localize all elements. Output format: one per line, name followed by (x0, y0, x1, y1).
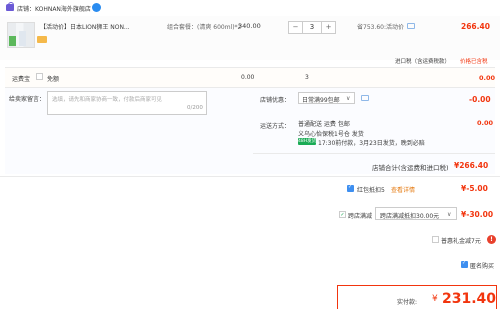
freight-insurance-free-label: 免额 (47, 76, 60, 83)
anonymous-checkbox[interactable] (461, 260, 468, 268)
cross-store-checkbox[interactable]: ✓ (339, 211, 346, 218)
product-bottle-icon (19, 31, 26, 46)
cross-store-label: 跨店满减 (348, 213, 373, 220)
shop-total-value: ¥266.40 (454, 161, 489, 170)
message-placeholder: 选填，请先和商家协商一致，付款后商家可见 (52, 97, 163, 103)
message-label: 给卖家留言： (9, 96, 46, 103)
anonymous-label: 匿名购买 (470, 263, 495, 270)
freight-insurance-price: 0.00 (241, 74, 255, 81)
import-tax-label: 进口税（含运费税款） (395, 59, 451, 65)
verified-badge-icon (92, 3, 101, 12)
freight-insurance-qty: 3 (305, 74, 309, 81)
import-tax-note: 价格已含税 (460, 59, 488, 65)
divider (253, 153, 495, 154)
freight-insurance-label: 运费宝 (12, 76, 31, 83)
cross-store-amount: ¥-30.00 (461, 210, 494, 219)
product-sku: 组合套餐：(清爽 600ml)*2 (167, 24, 242, 31)
info-icon[interactable] (361, 95, 369, 101)
product-bottle-icon (9, 36, 16, 46)
item-subtotal: 266.40 (461, 22, 490, 31)
payment-amount: 231.40 (442, 291, 497, 307)
shipping-warehouse: 义乌心怡保税1号仓 发货 (298, 131, 364, 138)
info-icon[interactable] (407, 23, 415, 29)
coupon-details-link[interactable]: 查看详情 (391, 185, 415, 194)
freight-insurance-total: 0.00 (479, 74, 496, 82)
gift-checkbox[interactable] (432, 236, 439, 243)
promo-tag-icon (37, 36, 47, 43)
quantity-stepper[interactable]: − 3 + (288, 21, 336, 34)
shipping-badge: 48H发货 (298, 138, 317, 145)
chevron-down-icon: ∨ (447, 211, 452, 218)
shop-discount-label: 店铺优惠： (260, 97, 291, 104)
chevron-down-icon: ∨ (346, 95, 351, 102)
coupon-label: 红包抵扣5 (357, 187, 385, 194)
freight-insurance-checkbox[interactable] (36, 73, 43, 80)
gift-label: 普惠礼金减7元 (441, 238, 481, 245)
decrease-button[interactable]: − (289, 22, 303, 33)
shipping-method: 普通配送 运费 包邮 (298, 121, 350, 128)
coupon-amount: ¥-5.00 (461, 184, 488, 193)
shipping-label: 运送方式： (260, 123, 291, 130)
divider (0, 176, 500, 177)
payment-currency: ¥ (432, 294, 438, 304)
message-char-count: 0/200 (187, 105, 203, 111)
quantity-value[interactable]: 3 (303, 22, 321, 33)
savings-text: 省753.60:活动价 (357, 24, 405, 31)
coupon-checkbox[interactable] (347, 184, 354, 192)
warning-icon[interactable]: ! (487, 235, 496, 244)
cross-store-value: 跨店满减抵扣30.00元 (380, 213, 440, 220)
shop-icon (6, 2, 14, 11)
shop-discount-amount: -0.00 (469, 95, 491, 104)
shipping-time: 17:30前付款，3月23日发货，晚到必赔 (318, 140, 425, 147)
shop-name[interactable]: 店铺：KOHNAN海外旗舰店 (17, 4, 91, 13)
shipping-amount: 0.00 (477, 119, 494, 127)
shop-discount-value: 日常满99包邮 (302, 97, 340, 104)
payment-label: 实付款: (397, 299, 418, 306)
shop-total-label: 店铺合计(含运费和进口税) (372, 164, 449, 172)
unit-price: 340.00 (238, 22, 261, 30)
increase-button[interactable]: + (321, 22, 335, 33)
